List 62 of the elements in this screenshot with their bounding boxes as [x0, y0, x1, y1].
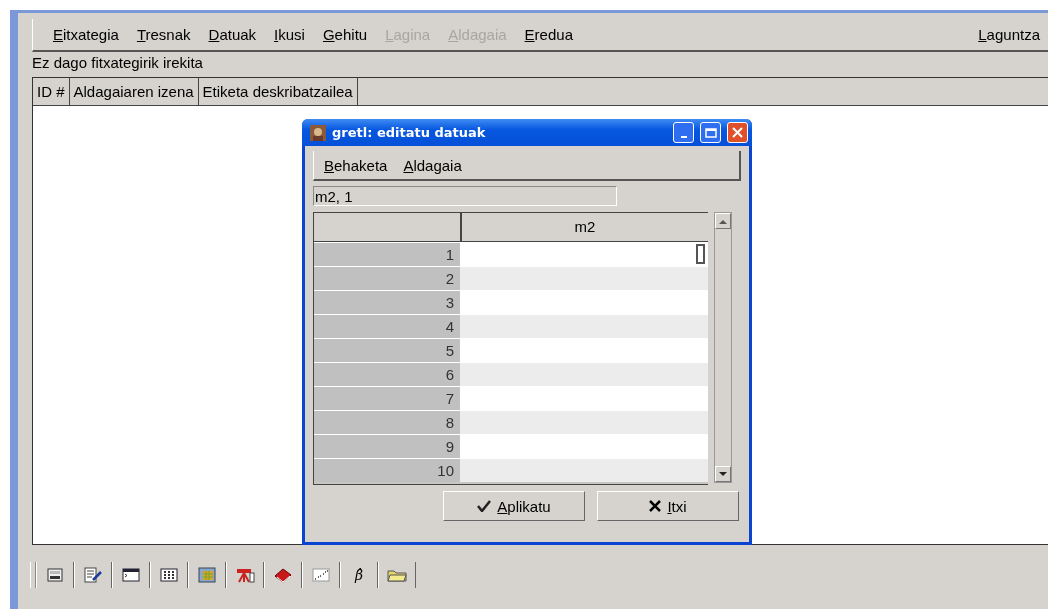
- close-button[interactable]: Itxi: [597, 491, 739, 521]
- down-arrow-icon: [719, 471, 727, 477]
- table-cell[interactable]: [460, 435, 708, 458]
- table-cell[interactable]: [460, 243, 708, 266]
- row-number: 9: [314, 435, 460, 458]
- check-icon: [477, 500, 492, 512]
- menu-item[interactable]: Laguntza: [976, 26, 1042, 43]
- menu-item[interactable]: Tresnak: [134, 26, 193, 43]
- table-cell[interactable]: [460, 267, 708, 290]
- column-header[interactable]: Etiketa deskribatzailea: [198, 78, 358, 105]
- row-number: 3: [314, 291, 460, 314]
- toolbar-button[interactable]: β̂: [340, 562, 378, 588]
- row-number: 6: [314, 363, 460, 386]
- table-cell[interactable]: [460, 363, 708, 386]
- menu-item[interactable]: Behaketa: [322, 156, 390, 174]
- menu-item[interactable]: Aldagaia: [401, 156, 464, 174]
- minimize-icon: [680, 135, 687, 138]
- document-pen-icon: [84, 567, 102, 583]
- row-number: 7: [314, 387, 460, 410]
- folder-icon: [387, 568, 407, 582]
- scrollbar[interactable]: [714, 212, 732, 483]
- table-cell[interactable]: [460, 291, 708, 314]
- table-cell[interactable]: [460, 411, 708, 434]
- table-cell[interactable]: [460, 459, 708, 482]
- menu-item[interactable]: Eredua: [522, 26, 575, 43]
- row-number: 2: [314, 267, 460, 290]
- minimize-button[interactable]: [673, 122, 694, 143]
- close-button[interactable]: [727, 122, 748, 143]
- calculator-icon: [47, 567, 63, 583]
- table-cell[interactable]: [460, 387, 708, 410]
- scroll-up-button[interactable]: [715, 213, 731, 229]
- book-icon: [274, 567, 292, 583]
- row-number: 5: [314, 339, 460, 362]
- table-cell[interactable]: [460, 339, 708, 362]
- cell-reference-field[interactable]: m2, 1: [313, 186, 617, 206]
- row-number: 1: [314, 243, 460, 266]
- close-icon: [732, 127, 743, 138]
- row-number: 8: [314, 411, 460, 434]
- maximize-icon: [704, 127, 717, 138]
- keypad-icon: [160, 568, 178, 582]
- column-header[interactable]: m2: [462, 213, 708, 241]
- maximize-button[interactable]: [700, 122, 721, 143]
- column-header[interactable]: Aldagaiaren izena: [69, 78, 199, 105]
- column-header[interactable]: ID #: [33, 78, 70, 105]
- window-title: gretl: editatu datuak: [332, 125, 487, 140]
- spreadsheet-icon: [198, 567, 216, 583]
- apply-button[interactable]: Aplikatu: [443, 491, 585, 521]
- close-icon: [649, 500, 662, 512]
- app-icon: [310, 124, 326, 141]
- menu-item[interactable]: Ikusi: [272, 26, 307, 43]
- easel-icon: [235, 567, 255, 583]
- row-number: 4: [314, 315, 460, 338]
- window-icon: [122, 568, 140, 582]
- scatter-plot-icon: [312, 568, 330, 582]
- up-arrow-icon: [719, 218, 727, 224]
- scroll-down-button[interactable]: [715, 466, 731, 482]
- table-cell[interactable]: [460, 315, 708, 338]
- row-number: 10: [314, 459, 460, 482]
- menu-item[interactable]: Eitxategia: [51, 26, 121, 43]
- status-text: Ez dago fitxategirik irekita: [32, 53, 204, 73]
- menu-item[interactable]: Gehitu: [320, 26, 370, 43]
- menu-item[interactable]: Datuak: [206, 26, 259, 43]
